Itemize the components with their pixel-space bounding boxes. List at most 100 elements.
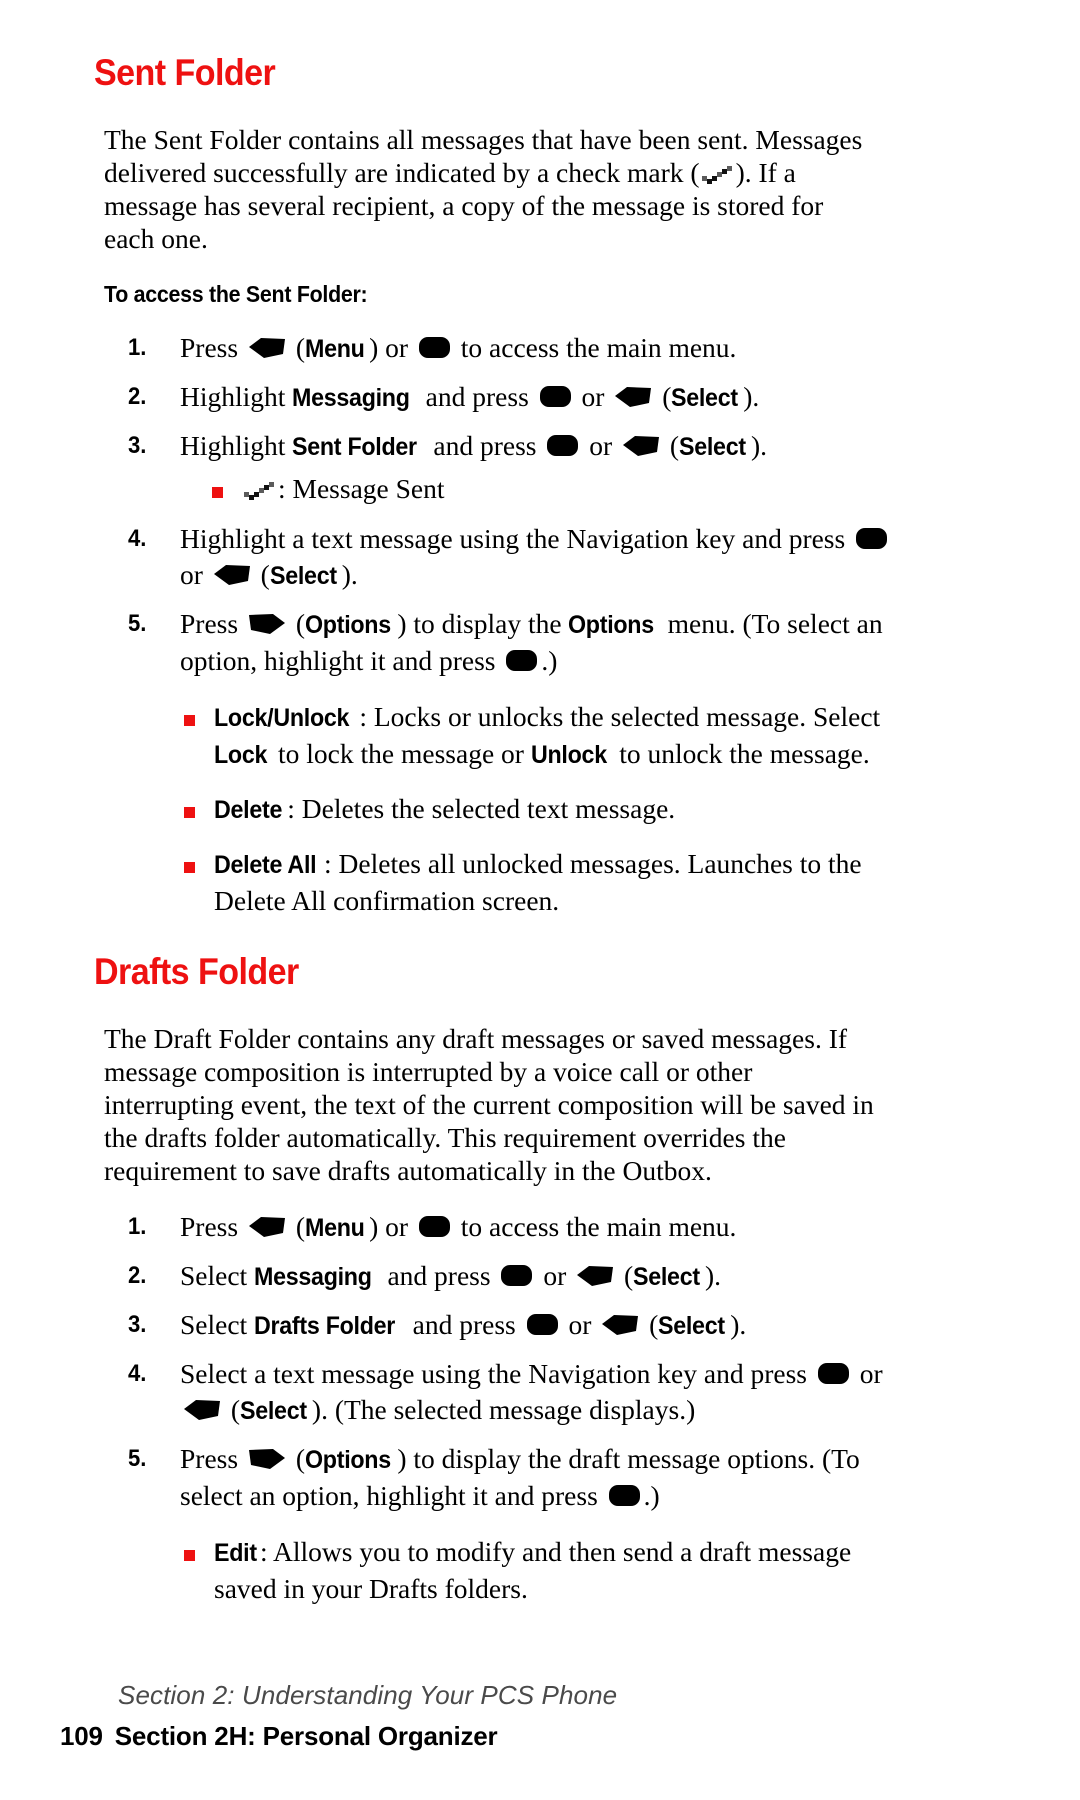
sent-folder-intro-paragraph: The Sent Folder contains all messages th… (104, 123, 874, 255)
step-text: ( (288, 1211, 305, 1243)
ok-key-icon (418, 336, 451, 359)
step-text: or (852, 1358, 883, 1390)
manual-page: Sent Folder The Sent Folder contains all… (0, 0, 1080, 1800)
ok-key-icon (505, 649, 538, 672)
step-text: or (574, 381, 612, 413)
step-number: 4. (128, 1360, 147, 1388)
step-text: ( (288, 608, 305, 640)
menu-item-drafts-folder: Drafts Folder (254, 1312, 396, 1341)
key-label-select: Select (671, 384, 739, 413)
legend-text: : Message Sent (278, 473, 445, 505)
ok-key-icon (500, 1264, 533, 1287)
soft-key-right-icon (248, 613, 286, 635)
soft-key-left-icon (601, 1314, 639, 1336)
soft-key-left-icon (248, 337, 286, 359)
bullet-square-icon (184, 715, 195, 727)
step-text: ) or (369, 1211, 415, 1243)
option-description: : Locks or unlocks the selected message.… (359, 701, 881, 733)
list-item-option-lock-unlock: Lock/Unlock: Locks or unlocks the select… (182, 699, 914, 773)
step-text: or (180, 559, 210, 591)
step-text: ( (253, 559, 270, 591)
step-number: 3. (128, 1311, 147, 1339)
step-text: ). (341, 559, 358, 591)
bullet-square-icon (184, 1550, 195, 1562)
list-item: 3. Select Drafts Folder and press or (Se… (128, 1307, 918, 1344)
step-text: Select (180, 1260, 255, 1292)
soft-key-left-icon (576, 1265, 614, 1287)
option-value-unlock: Unlock (530, 741, 607, 770)
key-label-select: Select (240, 1397, 307, 1426)
soft-key-left-icon (213, 564, 251, 586)
step-text: Highlight a text message using the Navig… (180, 523, 853, 555)
soft-key-left-icon (183, 1399, 221, 1421)
step-text: to access the main menu. (453, 332, 737, 364)
footer-section-title: Section 2: Understanding Your PCS Phone (118, 1680, 618, 1710)
step-text: ( (288, 1443, 305, 1475)
key-label-select: Select (633, 1263, 700, 1292)
key-label-options: Options (304, 611, 391, 640)
list-item: 1. Press (Menu) or to access the main me… (128, 1209, 918, 1246)
ok-key-icon (546, 434, 579, 457)
list-item-message-sent-legend: : Message Sent (210, 471, 942, 507)
list-item: 5. Press (Options) to display the draft … (128, 1441, 918, 1514)
step-text: Highlight (180, 381, 293, 413)
key-label-menu: Menu (304, 335, 365, 364)
step-text: ) to display the (397, 608, 569, 640)
drafts-folder-intro-paragraph: The Draft Folder contains any draft mess… (104, 1023, 874, 1187)
page-number: 109 (60, 1721, 103, 1751)
option-description: to lock the message or (271, 738, 531, 770)
list-item: 4. Highlight a text message using the Na… (128, 521, 918, 594)
step-text: ). (705, 1260, 722, 1292)
ok-key-icon (526, 1313, 559, 1336)
page-footer: Section 2: Understanding Your PCS Phone … (60, 1680, 1020, 1752)
step-text: ( (617, 1260, 634, 1292)
option-description: : Deletes the selected text message. (287, 793, 676, 825)
list-item: 3. Highlight Sent Folder and press or (S… (128, 428, 918, 465)
step-text: and press (405, 1309, 523, 1341)
footer-subsection-title: Section 2H: Personal Organizer (114, 1721, 498, 1751)
menu-name-options: Options (568, 611, 655, 640)
bullet-square-icon (184, 807, 195, 819)
page-title-sent-folder: Sent Folder (94, 52, 276, 93)
step-text: Press (180, 332, 245, 364)
step-text: or (582, 430, 620, 462)
step-text: and press (426, 430, 544, 462)
ok-key-icon (418, 1215, 451, 1238)
step-text: or (536, 1260, 574, 1292)
step-text: Press (180, 1211, 245, 1243)
page-title-drafts-folder: Drafts Folder (94, 951, 299, 993)
ok-key-icon (608, 1484, 641, 1507)
bullet-square-icon (184, 862, 195, 874)
step-text: ( (224, 1394, 241, 1426)
step-text: to access the main menu. (453, 1211, 737, 1243)
option-description: : Allows you to modify and then send a d… (214, 1536, 852, 1605)
list-item-option-edit: Edit: Allows you to modify and then send… (182, 1534, 914, 1607)
option-name: Delete (214, 796, 283, 825)
step-text: or (561, 1309, 599, 1341)
list-item: 1. Press (Menu) or to access the main me… (128, 330, 918, 367)
check-mark-icon (243, 481, 277, 501)
ok-key-icon (539, 385, 572, 408)
bullet-square-icon (212, 487, 223, 499)
footer-subsection: 109 Section 2H: Personal Organizer (60, 1721, 1020, 1752)
step-text: Highlight (180, 430, 293, 462)
ok-key-icon (855, 527, 888, 550)
option-value-lock: Lock (214, 741, 268, 770)
option-name: Delete All (214, 851, 317, 880)
step-number: 2. (128, 1262, 147, 1290)
list-item: 2. Select Messaging and press or (Select… (128, 1258, 918, 1295)
step-text: .) (643, 1480, 660, 1512)
step-text: .) (541, 645, 558, 677)
step-number: 2. (128, 383, 147, 411)
step-text: ). (743, 381, 760, 413)
key-label-options: Options (304, 1446, 391, 1475)
list-item: 4. Select a text message using the Navig… (128, 1356, 918, 1429)
check-mark-icon (701, 165, 735, 185)
step-text: Select a text message using the Navigati… (180, 1358, 814, 1390)
step-text: ( (655, 381, 672, 413)
menu-item-messaging: Messaging (254, 1263, 372, 1292)
step-number: 3. (128, 432, 147, 460)
step-text: ). (730, 1309, 747, 1341)
soft-key-left-icon (248, 1216, 286, 1238)
step-text: Press (180, 1443, 245, 1475)
